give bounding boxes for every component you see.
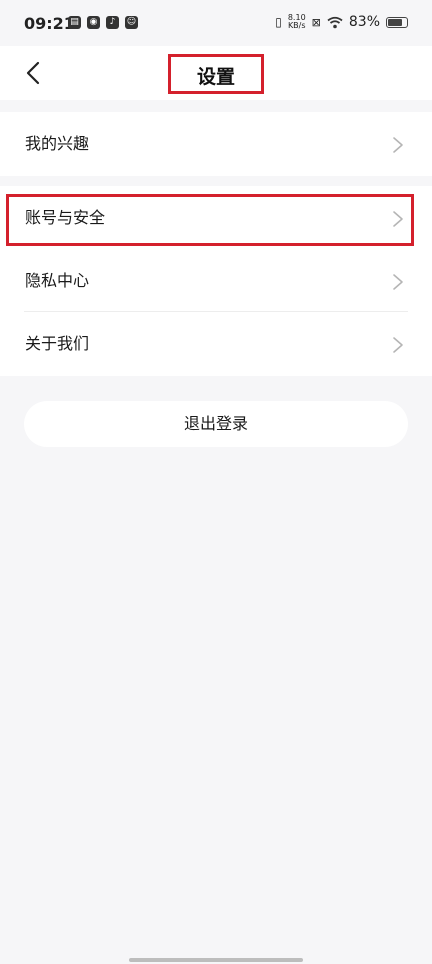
wifi-icon [327, 16, 343, 28]
menu-item-label: 关于我们 [25, 334, 90, 353]
menu-item-interests[interactable]: 我的兴趣 [0, 112, 432, 176]
net-speed-unit: KB/s [287, 21, 306, 30]
app-icon: ◉ [87, 16, 100, 29]
sim-icon: ⊠ [311, 15, 321, 29]
network-speed: 8.10 KB/s [288, 14, 306, 30]
battery-icon [386, 16, 408, 28]
menu-group-account: 账号与安全 隐私中心 关于我们 [0, 186, 432, 376]
menu-group-interests: 我的兴趣 [0, 112, 432, 176]
tiktok-icon: ♪ [106, 16, 119, 29]
chevron-right-icon [393, 137, 403, 153]
logout-button[interactable]: 退出登录 [24, 401, 408, 447]
menu-item-about-us[interactable]: 关于我们 [0, 312, 432, 375]
chevron-right-icon [393, 211, 403, 227]
page-title: 设置 [168, 54, 264, 94]
back-arrow-icon[interactable] [20, 58, 50, 88]
menu-item-label: 隐私中心 [25, 271, 90, 290]
battery-fill [388, 18, 403, 26]
chevron-right-icon [393, 337, 403, 353]
menu-item-label: 账号与安全 [25, 208, 106, 227]
status-right: ▯ 8.10 KB/s ⊠ 83% [275, 14, 408, 30]
battery-percent: 83% [348, 14, 380, 30]
status-bar: 09:21 ▤ ◉ ♪ ☺ ▯ 8.10 KB/s ⊠ 83% [0, 0, 432, 46]
notification-icons: ▤ ◉ ♪ ☺ [68, 16, 138, 29]
menu-item-label: 我的兴趣 [25, 134, 90, 153]
message-icon: ▤ [68, 16, 81, 29]
home-indicator[interactable] [129, 958, 303, 962]
chevron-right-icon [393, 274, 403, 290]
vibrate-icon: ▯ [275, 15, 282, 29]
menu-item-account-security[interactable]: 账号与安全 [0, 186, 432, 249]
menu-item-privacy-center[interactable]: 隐私中心 [0, 249, 432, 312]
cat-icon: ☺ [125, 16, 138, 29]
